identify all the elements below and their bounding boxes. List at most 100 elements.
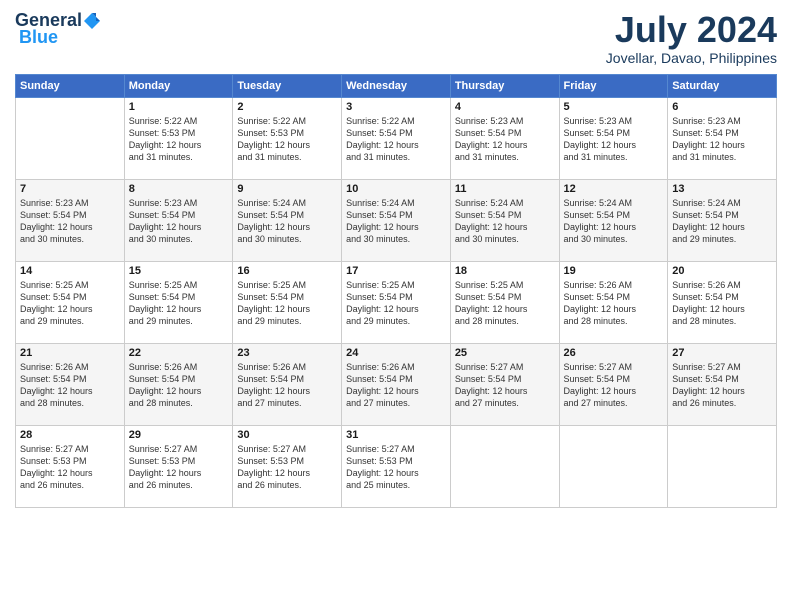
calendar-cell: 14 Sunrise: 5:25 AM Sunset: 5:54 PM Dayli… <box>16 261 125 343</box>
title-block: July 2024 Jovellar, Davao, Philippines <box>606 10 777 66</box>
day-number: 12 <box>564 183 664 195</box>
day-info: Sunrise: 5:27 AM Sunset: 5:53 PM Dayligh… <box>346 443 446 492</box>
day-number: 6 <box>672 101 772 113</box>
week-row-1: 1 Sunrise: 5:22 AM Sunset: 5:53 PM Daylig… <box>16 97 777 179</box>
day-info: Sunrise: 5:23 AM Sunset: 5:54 PM Dayligh… <box>564 115 664 164</box>
day-info: Sunrise: 5:27 AM Sunset: 5:53 PM Dayligh… <box>20 443 120 492</box>
day-number: 23 <box>237 347 337 359</box>
day-number: 30 <box>237 429 337 441</box>
day-number: 8 <box>129 183 229 195</box>
day-number: 27 <box>672 347 772 359</box>
header: General Blue July 2024 Jovellar, Davao, … <box>15 10 777 66</box>
week-row-5: 28 Sunrise: 5:27 AM Sunset: 5:53 PM Dayli… <box>16 425 777 507</box>
day-info: Sunrise: 5:25 AM Sunset: 5:54 PM Dayligh… <box>129 279 229 328</box>
day-number: 9 <box>237 183 337 195</box>
day-number: 16 <box>237 265 337 277</box>
calendar-body: 1 Sunrise: 5:22 AM Sunset: 5:53 PM Daylig… <box>16 97 777 507</box>
day-number: 1 <box>129 101 229 113</box>
col-friday: Friday <box>559 74 668 97</box>
day-number: 20 <box>672 265 772 277</box>
calendar-cell: 3 Sunrise: 5:22 AM Sunset: 5:54 PM Daylig… <box>342 97 451 179</box>
day-info: Sunrise: 5:23 AM Sunset: 5:54 PM Dayligh… <box>20 197 120 246</box>
calendar-cell: 10 Sunrise: 5:24 AM Sunset: 5:54 PM Dayli… <box>342 179 451 261</box>
day-info: Sunrise: 5:23 AM Sunset: 5:54 PM Dayligh… <box>672 115 772 164</box>
day-info: Sunrise: 5:27 AM Sunset: 5:54 PM Dayligh… <box>672 361 772 410</box>
calendar-cell: 2Sunrise: 5:22 AM Sunset: 5:53 PM Daylig… <box>233 97 342 179</box>
day-number: 10 <box>346 183 446 195</box>
calendar-cell: 1 Sunrise: 5:22 AM Sunset: 5:53 PM Daylig… <box>124 97 233 179</box>
day-info: Sunrise: 5:27 AM Sunset: 5:54 PM Dayligh… <box>564 361 664 410</box>
calendar-header: Sunday Monday Tuesday Wednesday Thursday… <box>16 74 777 97</box>
calendar-cell <box>450 425 559 507</box>
day-info: Sunrise: 5:24 AM Sunset: 5:54 PM Dayligh… <box>564 197 664 246</box>
day-number: 3 <box>346 101 446 113</box>
calendar-cell: 16Sunrise: 5:25 AM Sunset: 5:54 PM Dayli… <box>233 261 342 343</box>
day-info: Sunrise: 5:24 AM Sunset: 5:54 PM Dayligh… <box>346 197 446 246</box>
col-wednesday: Wednesday <box>342 74 451 97</box>
week-row-4: 21 Sunrise: 5:26 AM Sunset: 5:54 PM Dayli… <box>16 343 777 425</box>
week-row-3: 14 Sunrise: 5:25 AM Sunset: 5:54 PM Dayli… <box>16 261 777 343</box>
calendar-cell: 18 Sunrise: 5:25 AM Sunset: 5:54 PM Dayli… <box>450 261 559 343</box>
day-info: Sunrise: 5:26 AM Sunset: 5:54 PM Dayligh… <box>20 361 120 410</box>
calendar-cell: 28 Sunrise: 5:27 AM Sunset: 5:53 PM Dayli… <box>16 425 125 507</box>
week-row-2: 7Sunrise: 5:23 AM Sunset: 5:54 PM Daylig… <box>16 179 777 261</box>
calendar-cell: 13Sunrise: 5:24 AM Sunset: 5:54 PM Dayli… <box>668 179 777 261</box>
col-sunday: Sunday <box>16 74 125 97</box>
day-number: 29 <box>129 429 229 441</box>
calendar-cell: 7Sunrise: 5:23 AM Sunset: 5:54 PM Daylig… <box>16 179 125 261</box>
day-number: 11 <box>455 183 555 195</box>
calendar-cell <box>16 97 125 179</box>
day-number: 2 <box>237 101 337 113</box>
month-title: July 2024 <box>606 10 777 50</box>
calendar-cell: 9 Sunrise: 5:24 AM Sunset: 5:54 PM Daylig… <box>233 179 342 261</box>
day-number: 17 <box>346 265 446 277</box>
day-info: Sunrise: 5:27 AM Sunset: 5:54 PM Dayligh… <box>455 361 555 410</box>
day-info: Sunrise: 5:23 AM Sunset: 5:54 PM Dayligh… <box>455 115 555 164</box>
calendar-cell: 23Sunrise: 5:26 AM Sunset: 5:54 PM Dayli… <box>233 343 342 425</box>
calendar-cell: 11 Sunrise: 5:24 AM Sunset: 5:54 PM Dayli… <box>450 179 559 261</box>
calendar-cell: 19Sunrise: 5:26 AM Sunset: 5:54 PM Dayli… <box>559 261 668 343</box>
calendar-cell <box>668 425 777 507</box>
day-number: 13 <box>672 183 772 195</box>
day-info: Sunrise: 5:26 AM Sunset: 5:54 PM Dayligh… <box>346 361 446 410</box>
logo: General Blue <box>15 10 102 48</box>
day-info: Sunrise: 5:23 AM Sunset: 5:54 PM Dayligh… <box>129 197 229 246</box>
col-thursday: Thursday <box>450 74 559 97</box>
day-number: 31 <box>346 429 446 441</box>
day-number: 24 <box>346 347 446 359</box>
day-info: Sunrise: 5:22 AM Sunset: 5:54 PM Dayligh… <box>346 115 446 164</box>
logo-icon <box>82 11 102 31</box>
day-info: Sunrise: 5:25 AM Sunset: 5:54 PM Dayligh… <box>455 279 555 328</box>
day-info: Sunrise: 5:24 AM Sunset: 5:54 PM Dayligh… <box>237 197 337 246</box>
calendar-cell: 12 Sunrise: 5:24 AM Sunset: 5:54 PM Dayli… <box>559 179 668 261</box>
header-row: Sunday Monday Tuesday Wednesday Thursday… <box>16 74 777 97</box>
calendar-cell: 21 Sunrise: 5:26 AM Sunset: 5:54 PM Dayli… <box>16 343 125 425</box>
calendar-cell: 6 Sunrise: 5:23 AM Sunset: 5:54 PM Daylig… <box>668 97 777 179</box>
calendar-cell <box>559 425 668 507</box>
calendar-cell: 8 Sunrise: 5:23 AM Sunset: 5:54 PM Daylig… <box>124 179 233 261</box>
day-number: 21 <box>20 347 120 359</box>
day-number: 15 <box>129 265 229 277</box>
day-number: 19 <box>564 265 664 277</box>
calendar-cell: 4Sunrise: 5:23 AM Sunset: 5:54 PM Daylig… <box>450 97 559 179</box>
calendar-cell: 31 Sunrise: 5:27 AM Sunset: 5:53 PM Dayli… <box>342 425 451 507</box>
day-info: Sunrise: 5:25 AM Sunset: 5:54 PM Dayligh… <box>20 279 120 328</box>
day-number: 25 <box>455 347 555 359</box>
calendar-cell: 27 Sunrise: 5:27 AM Sunset: 5:54 PM Dayli… <box>668 343 777 425</box>
calendar-cell: 30 Sunrise: 5:27 AM Sunset: 5:53 PM Dayli… <box>233 425 342 507</box>
day-number: 22 <box>129 347 229 359</box>
day-number: 18 <box>455 265 555 277</box>
day-number: 5 <box>564 101 664 113</box>
location: Jovellar, Davao, Philippines <box>606 50 777 66</box>
calendar-cell: 25 Sunrise: 5:27 AM Sunset: 5:54 PM Dayli… <box>450 343 559 425</box>
day-info: Sunrise: 5:22 AM Sunset: 5:53 PM Dayligh… <box>129 115 229 164</box>
col-monday: Monday <box>124 74 233 97</box>
day-number: 28 <box>20 429 120 441</box>
calendar-table: Sunday Monday Tuesday Wednesday Thursday… <box>15 74 777 508</box>
day-number: 14 <box>20 265 120 277</box>
col-tuesday: Tuesday <box>233 74 342 97</box>
day-info: Sunrise: 5:27 AM Sunset: 5:53 PM Dayligh… <box>237 443 337 492</box>
calendar-cell: 24 Sunrise: 5:26 AM Sunset: 5:54 PM Dayli… <box>342 343 451 425</box>
col-saturday: Saturday <box>668 74 777 97</box>
day-info: Sunrise: 5:24 AM Sunset: 5:54 PM Dayligh… <box>455 197 555 246</box>
